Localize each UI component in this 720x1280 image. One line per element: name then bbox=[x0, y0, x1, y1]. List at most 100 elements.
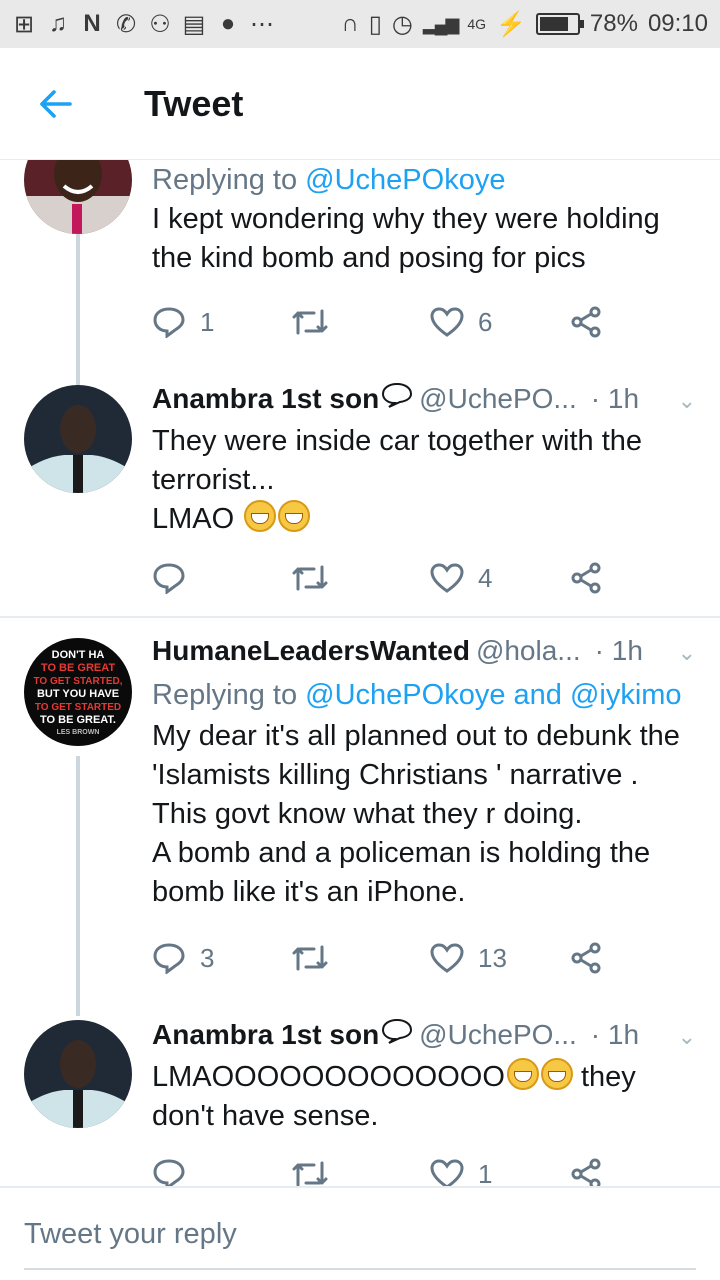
chevron-down-icon[interactable]: ⌄ bbox=[678, 640, 696, 666]
like-count: 1 bbox=[478, 1158, 493, 1187]
tweet-body[interactable]: Replying to @UchePOkoye I kept wondering… bbox=[152, 160, 696, 278]
display-name[interactable]: Anambra 1st son bbox=[152, 1019, 379, 1051]
vibrate-icon: ▯ bbox=[368, 10, 382, 38]
like-button[interactable]: 4 bbox=[430, 563, 570, 594]
share-icon bbox=[571, 942, 601, 974]
music-note-icon: ♫ bbox=[49, 10, 67, 37]
avatar[interactable]: DON'T HA TO BE GREAT TO GET STARTED, BUT… bbox=[24, 638, 132, 746]
timestamp: · 1h bbox=[594, 635, 643, 666]
tweet-text-line: A bomb and a policeman is holding the bbox=[152, 837, 651, 869]
back-button[interactable] bbox=[0, 89, 110, 119]
tweet-body[interactable]: HumaneLeadersWanted @hola... · 1h ⌄ Repl… bbox=[152, 635, 696, 912]
share-button[interactable] bbox=[570, 562, 602, 594]
tweet-text: My dear it's all planned out to debunk t… bbox=[152, 717, 696, 912]
battery-icon bbox=[535, 13, 584, 35]
like-button[interactable]: 1 bbox=[430, 1158, 570, 1187]
n-app-icon: N bbox=[83, 10, 101, 37]
retweet-icon bbox=[292, 565, 328, 591]
tweet-divider bbox=[0, 616, 720, 618]
alarm-icon: ◷ bbox=[391, 10, 413, 38]
reply-thread[interactable]: Replying to @UchePOkoye I kept wondering… bbox=[0, 160, 720, 1186]
tweet-header: Anambra 1st son @UchePO... · 1h ⌄ bbox=[152, 382, 696, 422]
share-icon bbox=[571, 306, 601, 338]
chevron-down-icon[interactable]: ⌄ bbox=[678, 388, 696, 414]
retweet-icon bbox=[292, 1161, 328, 1186]
tweet-header: Anambra 1st son @UchePO... · 1h ⌄ bbox=[152, 1018, 696, 1058]
tweet-text-line: LMAOOOOOOOOOOOOO they bbox=[152, 1058, 696, 1097]
like-count: 4 bbox=[478, 562, 493, 593]
tweet-header: HumaneLeadersWanted @hola... · 1h ⌄ bbox=[152, 635, 696, 675]
user-handle[interactable]: @hola... bbox=[476, 635, 581, 667]
avatar-quote-text: TO BE GREAT. bbox=[40, 714, 116, 726]
page-title: Tweet bbox=[144, 82, 244, 124]
replying-to-label: Replying to bbox=[152, 164, 298, 196]
thread-connector bbox=[76, 756, 80, 1016]
reply-icon bbox=[153, 943, 185, 974]
reply-button[interactable] bbox=[152, 562, 290, 594]
display-name[interactable]: Anambra 1st son bbox=[152, 383, 379, 415]
speech-bubble-icon bbox=[382, 1018, 413, 1044]
grinning-emoji-icon bbox=[278, 500, 311, 532]
charging-icon: ⚡ bbox=[496, 10, 526, 38]
tweet-text: They were inside car together with the t… bbox=[152, 422, 696, 539]
share-button[interactable] bbox=[570, 306, 602, 338]
tweet-text: LMAOOOOOOOOOOOOO they don't have sense. bbox=[152, 1058, 696, 1136]
add-box-icon: ⊞ bbox=[13, 10, 35, 38]
tweet-text: I kept wondering why they were holding t… bbox=[152, 200, 696, 278]
reply-input-underline bbox=[24, 1268, 696, 1270]
replying-to-label: Replying to bbox=[152, 679, 298, 711]
headphones-icon: ∩ bbox=[341, 10, 359, 37]
avatar-quote-text: TO GET STARTED, bbox=[33, 676, 122, 687]
chat-bubble-icon: ● bbox=[220, 10, 236, 37]
status-bar: ⊞ ♫ N ✆ ⚇ ▤ ● ⋯ ∩ ▯ ◷ ▂▄▆ 4G ⚡ 78% 09:10 bbox=[0, 0, 720, 48]
like-button[interactable]: 13 bbox=[430, 943, 570, 974]
tweet-text-fragment: LMAO bbox=[152, 503, 235, 535]
retweet-button[interactable] bbox=[290, 1159, 430, 1186]
avatar-quote-text: DON'T HA bbox=[52, 649, 105, 661]
share-button[interactable] bbox=[570, 942, 602, 974]
signal-icon: ▂▄▆ bbox=[422, 13, 459, 34]
tweet-actions: 1 6 bbox=[152, 302, 622, 342]
user-handle[interactable]: @UchePO... bbox=[419, 1019, 577, 1051]
battery-percent: 78% bbox=[589, 10, 638, 37]
tweet-actions: 3 13 bbox=[152, 938, 622, 978]
like-button[interactable]: 6 bbox=[430, 307, 570, 338]
avatar[interactable] bbox=[24, 160, 132, 234]
clock: 09:10 bbox=[647, 10, 708, 37]
chevron-down-icon[interactable]: ⌄ bbox=[678, 1024, 696, 1050]
back-arrow-icon bbox=[40, 89, 72, 118]
tweet-body[interactable]: Anambra 1st son @UchePO... · 1h ⌄ They w… bbox=[152, 382, 696, 539]
reply-count: 3 bbox=[200, 942, 215, 973]
retweet-button[interactable] bbox=[290, 307, 430, 337]
retweet-button[interactable] bbox=[290, 943, 430, 973]
reply-button[interactable]: 3 bbox=[152, 942, 290, 974]
avatar-quote-text: BUT YOU HAVE bbox=[37, 688, 119, 700]
tweet-body[interactable]: Anambra 1st son @UchePO... · 1h ⌄ LMAOOO… bbox=[152, 1018, 696, 1136]
avatar-quote-text: TO GET STARTED bbox=[35, 702, 121, 713]
tweet-text-line: 'Islamists killing Christians ' narrativ… bbox=[152, 759, 639, 791]
share-button[interactable] bbox=[570, 1158, 602, 1186]
reply-button[interactable]: 1 bbox=[152, 306, 290, 338]
avatar[interactable] bbox=[24, 385, 132, 493]
timestamp: · 1h bbox=[590, 383, 640, 414]
grinning-emoji-icon bbox=[244, 500, 277, 532]
mention-link[interactable]: @UchePOkoye bbox=[305, 164, 505, 196]
reply-input[interactable]: Tweet your reply bbox=[24, 1218, 237, 1251]
retweet-icon bbox=[292, 309, 328, 335]
reply-count: 1 bbox=[200, 306, 215, 337]
avatar[interactable] bbox=[24, 1020, 132, 1128]
heart-icon bbox=[430, 943, 464, 973]
reply-button[interactable] bbox=[152, 1158, 290, 1186]
mention-link[interactable]: @UchePOkoye and @iykimo bbox=[305, 679, 681, 711]
user-handle[interactable]: @UchePO... bbox=[419, 383, 577, 415]
retweet-button[interactable] bbox=[290, 563, 430, 593]
whatsapp-icon: ✆ bbox=[115, 10, 137, 38]
like-count: 13 bbox=[478, 942, 507, 973]
tweet-actions: 4 bbox=[152, 558, 622, 598]
tweet-text-line: the kind bomb and posing for pics bbox=[152, 242, 586, 274]
display-name[interactable]: HumaneLeadersWanted bbox=[152, 635, 470, 667]
app-header: Tweet bbox=[0, 48, 720, 160]
retweet-icon bbox=[292, 945, 328, 971]
avatar-quote-text: LES BROWN bbox=[57, 729, 100, 736]
heart-icon bbox=[430, 563, 464, 593]
